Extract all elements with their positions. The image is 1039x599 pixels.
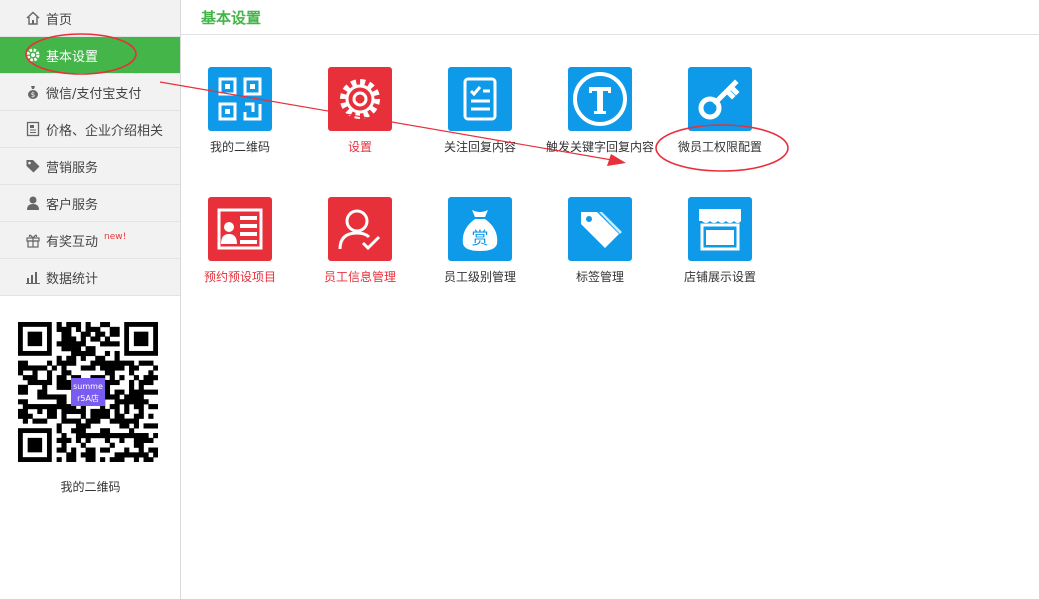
sidebar-item-label: 营销服务 <box>46 160 99 176</box>
tile-label: 店铺展示设置 <box>683 270 756 284</box>
qr-code-image: summe r5A店 <box>18 322 159 463</box>
sidebar-item-pricing[interactable]: 价格、企业介绍相关 <box>0 111 180 148</box>
qr-center-text-2: r5A店 <box>77 393 99 403</box>
sidebar-item-statistics[interactable]: 数据统计 <box>0 259 180 296</box>
sidebar-item-payment[interactable]: $ 微信/支付宝支付 <box>0 74 180 111</box>
tile-label: 员工信息管理 <box>323 270 396 284</box>
reward-bag-icon: 赏 <box>448 197 512 261</box>
sidebar-item-label: 客户服务 <box>46 197 99 213</box>
tag-icon <box>24 157 42 175</box>
money-bag-icon: $ <box>24 83 42 101</box>
sidebar-item-marketing[interactable]: 营销服务 <box>0 148 180 185</box>
page-title: 基本设置 <box>201 8 262 27</box>
user-check-icon <box>328 197 392 261</box>
tile-label: 触发关键字回复内容 <box>545 140 654 154</box>
sidebar-item-basic-settings[interactable]: 基本设置 <box>0 37 180 74</box>
sidebar-item-label: 有奖互动 <box>46 234 99 250</box>
qr-code-icon <box>208 67 272 131</box>
sidebar-item-home[interactable]: 首页 <box>0 0 180 37</box>
tile-my-qrcode[interactable]: 我的二维码 <box>185 67 295 155</box>
sidebar: 首页 基本设置 $ 微信/支付宝支付 价格、企业介绍相关 营销服务 客户服务 有… <box>0 0 181 599</box>
tile-settings[interactable]: 设置 <box>305 67 415 155</box>
sidebar-item-label: 数据统计 <box>46 271 99 287</box>
tile-staff-level[interactable]: 赏 员工级别管理 <box>425 197 535 285</box>
new-badge: new! <box>104 232 127 242</box>
sidebar-item-label: 价格、企业介绍相关 <box>46 123 164 139</box>
home-icon <box>24 9 42 27</box>
page-header: 基本设置 <box>181 0 1039 35</box>
tile-staff-info[interactable]: 员工信息管理 <box>305 197 415 285</box>
gear-icon <box>24 46 42 64</box>
storefront-icon <box>688 197 752 261</box>
person-icon <box>24 194 42 212</box>
tile-follow-reply[interactable]: 关注回复内容 <box>425 67 535 155</box>
sidebar-item-label: 微信/支付宝支付 <box>46 86 142 102</box>
sidebar-item-label: 基本设置 <box>46 49 99 65</box>
tile-keyword-reply[interactable]: 触发关键字回复内容 <box>545 67 655 155</box>
gear-icon <box>328 67 392 131</box>
tile-reservation-items[interactable]: 预约预设项目 <box>185 197 295 285</box>
tile-store-display[interactable]: 店铺展示设置 <box>665 197 775 285</box>
tile-label: 标签管理 <box>575 270 624 284</box>
key-icon <box>688 67 752 131</box>
reservation-icon <box>208 197 272 261</box>
qr-center-text-1: summe <box>73 382 103 391</box>
sidebar-item-interaction[interactable]: 有奖互动 new! <box>0 222 180 259</box>
main-content: 基本设置 我的二维码 设置 关注回复内容 触发关键字回复内容 微员工权限配置 预… <box>181 0 1039 599</box>
tags-icon <box>568 197 632 261</box>
tile-label: 关注回复内容 <box>443 140 516 154</box>
tile-label: 微员工权限配置 <box>677 140 762 154</box>
letter-t-icon <box>568 67 632 131</box>
reward-glyph: 赏 <box>472 229 489 249</box>
sidebar-nav: 首页 基本设置 $ 微信/支付宝支付 价格、企业介绍相关 营销服务 客户服务 有… <box>0 0 180 296</box>
gift-icon <box>24 231 42 249</box>
tile-label: 设置 <box>347 140 372 154</box>
svg-text:$: $ <box>31 91 35 99</box>
checklist-icon <box>448 67 512 131</box>
tile-label: 员工级别管理 <box>443 270 516 284</box>
bar-chart-icon <box>24 268 42 286</box>
sidebar-item-label: 首页 <box>46 12 73 28</box>
tile-staff-permissions[interactable]: 微员工权限配置 <box>665 67 775 155</box>
qr-code-label: 我的二维码 <box>60 480 121 494</box>
sidebar-item-customer-service[interactable]: 客户服务 <box>0 185 180 222</box>
tile-label: 我的二维码 <box>209 140 270 154</box>
document-icon <box>24 120 42 138</box>
tile-tag-management[interactable]: 标签管理 <box>545 197 655 285</box>
tile-label: 预约预设项目 <box>203 270 276 284</box>
